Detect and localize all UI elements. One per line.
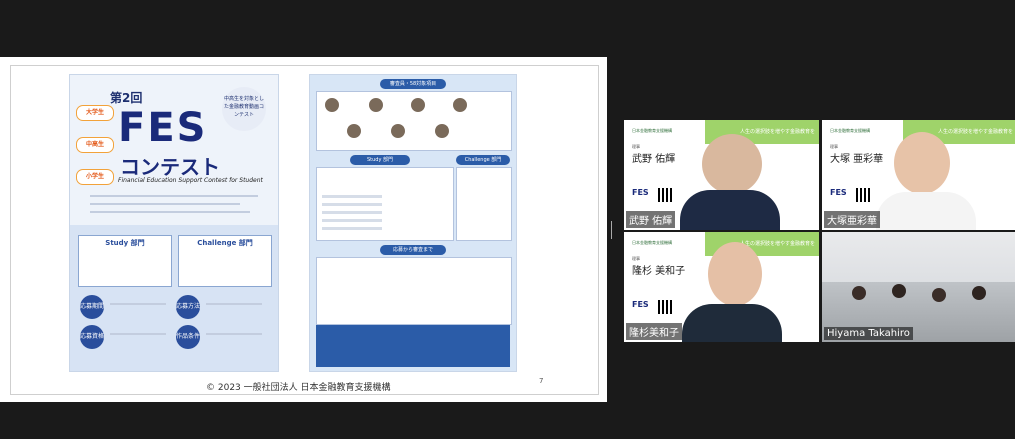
slide: 第2回 FES コンテスト Financial Education Suppor… [10,65,599,395]
poster-footer-band [316,325,510,367]
participant-face [894,132,950,194]
student [932,288,946,302]
process-card [316,257,512,325]
participant-name: 大塚 亜彩華 [830,154,884,165]
participant-name: 武野 佑輝 [632,154,676,165]
student [852,286,866,300]
avatar [324,97,340,113]
poster-subtitle: Financial Education Support Contest for … [118,177,263,184]
fes-logo: FES [632,188,649,197]
qr-icon [658,188,672,202]
participant-label: 武野 佑輝 [626,211,676,228]
avatar [452,97,468,113]
bubble-highschool: 中高生 [76,137,114,153]
shared-screen: 第2回 FES コンテスト Financial Education Suppor… [0,57,607,402]
process-heading: 応募から審査まで [380,245,446,255]
org-logo: 日本金融教育支援機構 [632,240,672,245]
qr-icon [658,300,672,314]
org-logo: 日本金融教育支援機構 [632,128,672,133]
study-heading: Study 部門 [350,155,410,165]
participant-label: 大塚亜彩華 [824,211,880,228]
bubble-university: 大学生 [76,105,114,121]
judges-heading: 審査員・58対象項目 [380,79,446,89]
avatar [368,97,384,113]
avatar [410,97,426,113]
circle-method: 応募方法 [176,295,200,319]
fes-logo: FES [830,188,847,197]
slide-footer: © 2023 一般社団法人 日本金融教育支援機構 [206,383,391,393]
poster-tag: 中高生を対象とした金融教育動画コンテスト [222,87,266,131]
study-section: Study 部門 [78,235,172,287]
poster-left: 第2回 FES コンテスト Financial Education Suppor… [69,74,279,372]
circle-eligibility: 応募資格 [80,325,104,349]
resize-handle[interactable] [610,221,613,239]
participant-name: 隆杉 美和子 [632,266,686,277]
participant-label: 隆杉美和子 [626,323,682,340]
circle-period: 応募期間 [80,295,104,319]
fes-logo: FES [632,300,649,309]
avatar [346,123,362,139]
avatar [390,123,406,139]
org-logo: 日本金融教育支援機構 [830,128,870,133]
circle-conditions: 作品条件 [176,325,200,349]
challenge-heading: Challenge 部門 [456,155,510,165]
participant-body [876,192,976,230]
video-tile-2[interactable]: 人生の選択肢を増やす金融教育を 日本金融教育支援機構 理事 大塚 亜彩華 FES… [822,120,1015,230]
student [892,284,906,298]
participant-label: Hiyama Takahiro [824,327,913,340]
participant-body [682,304,782,342]
bubble-elementary: 小学生 [76,169,114,185]
qr-icon [856,188,870,202]
student [972,286,986,300]
video-tile-3[interactable]: 人生の選択肢を増やす金融教育を 日本金融教育支援機構 理事 隆杉 美和子 FES… [624,232,819,342]
poster-fes: FES [118,105,208,151]
video-tile-4[interactable]: Hiyama Takahiro [822,232,1015,342]
participant-face [708,242,762,306]
participant-face [702,134,762,194]
challenge-card [456,167,512,241]
poster-right: 審査員・58対象項目 Study 部門 Challenge 部門 応募から審査ま… [309,74,517,372]
challenge-section: Challenge 部門 [178,235,272,287]
video-tile-1[interactable]: 人生の選択肢を増やす金融教育を 日本金融教育支援機構 理事 武野 佑輝 FES … [624,120,819,230]
poster-contest: コンテスト [120,155,220,179]
poster-round: 第2回 [110,91,143,105]
participant-body [680,190,780,230]
page-number: 7 [539,377,544,385]
avatar [434,123,450,139]
